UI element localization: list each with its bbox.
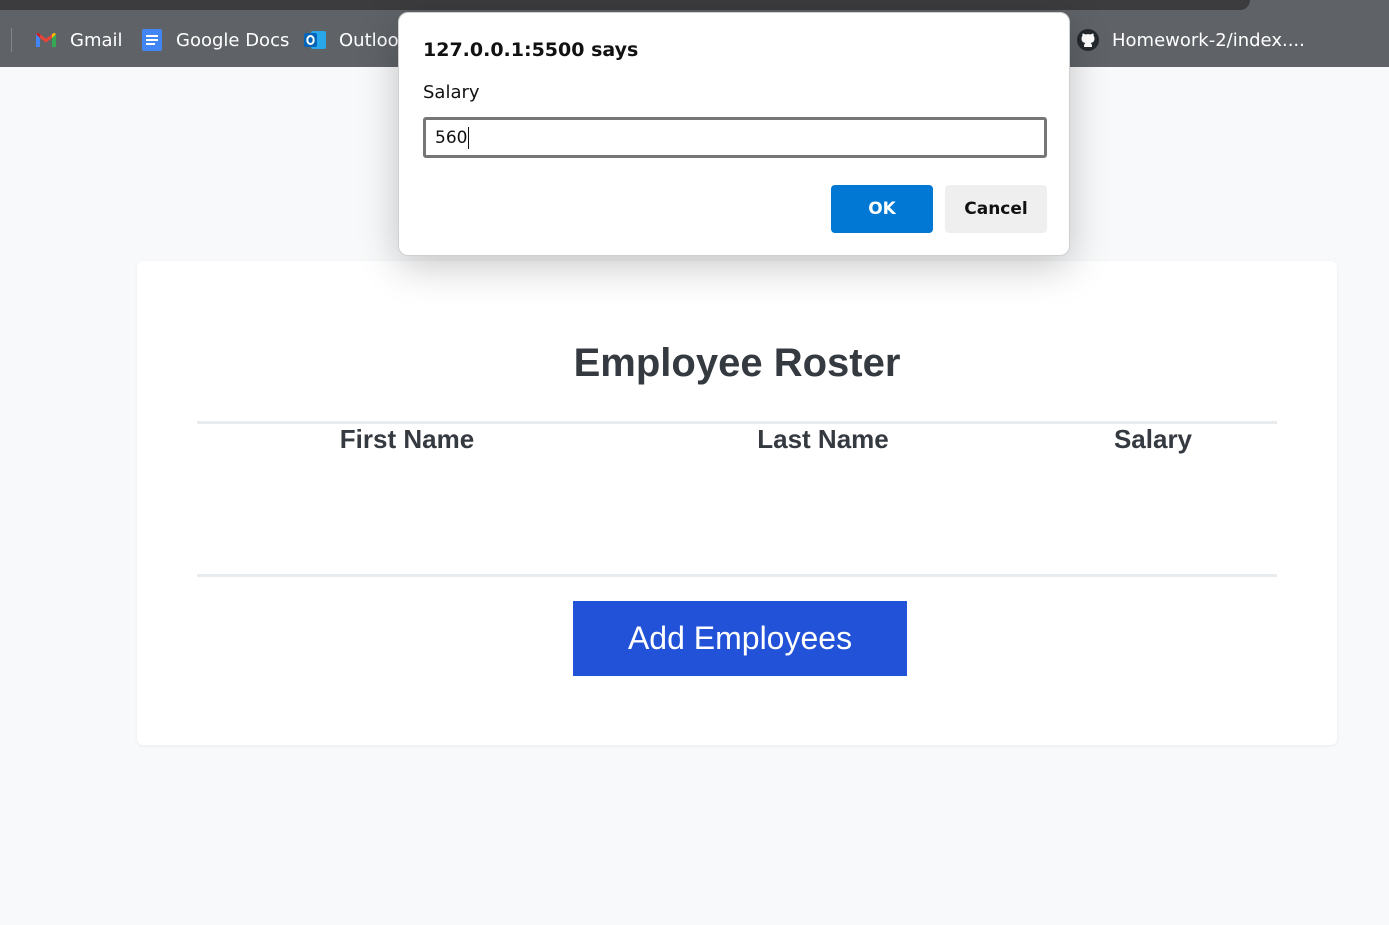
text-caret <box>468 126 470 149</box>
page-title: Employee Roster <box>573 341 901 385</box>
add-employees-button[interactable]: Add Employees <box>573 601 907 676</box>
bookmark-outlook[interactable]: Outlook <box>303 27 409 53</box>
column-header-last-name: Last Name <box>757 424 889 454</box>
github-icon <box>1076 28 1100 52</box>
bookmarks-separator <box>11 28 12 52</box>
bookmark-label: Homework-2/index.... <box>1112 29 1305 51</box>
bookmark-github[interactable]: Homework-2/index.... <box>1076 27 1305 53</box>
google-docs-icon <box>140 28 164 52</box>
prompt-dialog: 127.0.0.1:5500 says Salary 560 OK Cancel <box>398 12 1070 256</box>
dialog-title: 127.0.0.1:5500 says <box>423 39 639 61</box>
table-bottom-border <box>197 574 1277 577</box>
prompt-input[interactable]: 560 <box>423 117 1047 158</box>
tab-strip <box>0 0 1250 10</box>
column-header-salary: Salary <box>1113 424 1193 454</box>
cancel-button[interactable]: Cancel <box>945 185 1047 233</box>
bookmark-label: Google Docs <box>176 29 290 51</box>
gmail-icon <box>34 28 58 52</box>
column-header-first-name: First Name <box>339 424 475 454</box>
outlook-icon <box>303 28 327 52</box>
dialog-message: Salary <box>423 82 480 103</box>
bookmark-label: Gmail <box>70 29 123 51</box>
bookmark-google-docs[interactable]: Google Docs <box>140 27 289 53</box>
roster-card: Employee Roster First Name Last Name Sal… <box>137 261 1337 745</box>
prompt-input-value: 560 <box>435 127 468 148</box>
ok-button[interactable]: OK <box>831 185 933 233</box>
bookmark-gmail[interactable]: Gmail <box>34 27 123 53</box>
